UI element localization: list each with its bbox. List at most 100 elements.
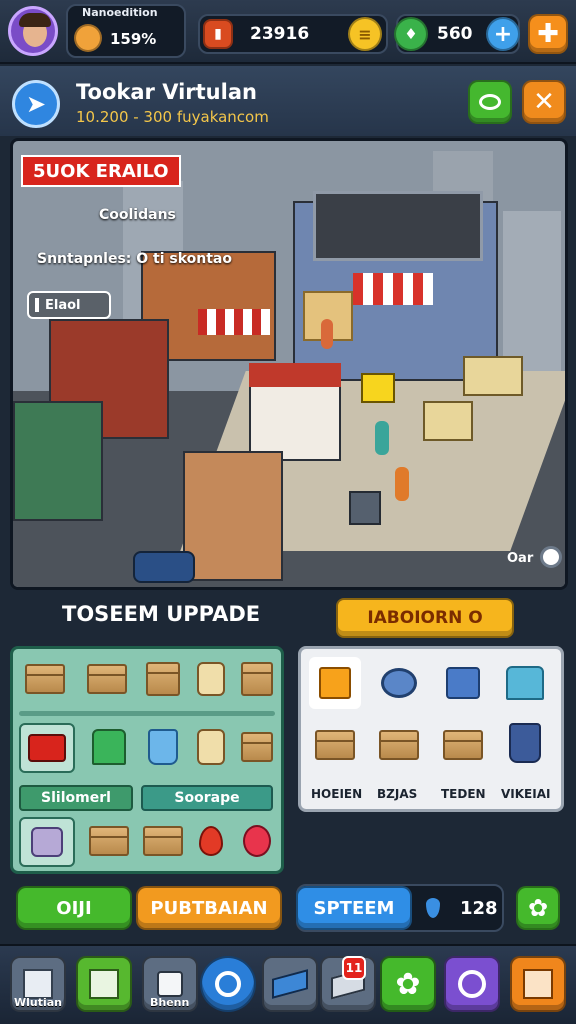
supply-box-slot[interactable] <box>231 725 283 769</box>
player-avatar[interactable] <box>8 6 58 56</box>
tab-storage-label: Soorape <box>174 790 240 806</box>
top-status-bar: Nanoedition 159% ▮ 23916 ≡ ♦ 560 + ✚ <box>0 0 576 64</box>
send-icon[interactable]: ➤ <box>12 80 60 128</box>
orange-box-slot[interactable] <box>309 657 361 709</box>
inventory-box-slot[interactable] <box>373 723 425 767</box>
scene-toggle-icon[interactable] <box>540 546 562 568</box>
crate-icon <box>89 969 119 999</box>
orange-action-button[interactable]: PUBTBAIAN <box>136 886 282 930</box>
cooker-icon <box>31 827 63 857</box>
strawberry-slot[interactable] <box>185 819 237 863</box>
gem-value: 560 <box>437 24 473 44</box>
chat-button[interactable] <box>468 80 512 124</box>
scene-corner-label: Oar <box>507 551 534 566</box>
upgrade-action-button[interactable]: IABOIORN O <box>336 598 514 638</box>
upgrade-title: TOSEEM UPPADE <box>62 602 261 626</box>
settings-button[interactable]: ✿ <box>516 886 560 930</box>
chat-icon <box>479 94 501 110</box>
tag-icon <box>35 298 39 312</box>
inventory-box-slot[interactable] <box>437 723 489 767</box>
nav-gear-button[interactable]: ✿ <box>380 956 436 1012</box>
nav-crate-button[interactable] <box>76 956 132 1012</box>
supply-box-slot[interactable] <box>231 657 283 701</box>
inventory-label: BZJAS <box>377 787 418 801</box>
customer[interactable] <box>395 467 409 501</box>
settings-icon: ✿ <box>527 894 549 922</box>
store-title: Tookar Virtulan <box>76 80 257 104</box>
store-subtitle: 10.200 - 300 fuyakancom <box>76 108 269 126</box>
supply-box-slot[interactable] <box>81 657 133 701</box>
market-stall[interactable] <box>463 356 523 396</box>
supply-box-slot[interactable] <box>19 657 71 701</box>
supplies-divider <box>19 711 275 716</box>
customer[interactable] <box>321 319 333 349</box>
nav-search-button[interactable] <box>200 956 256 1012</box>
scene-tag-elaol[interactable]: Elaol <box>27 291 111 319</box>
scene-tag-label: Elaol <box>45 297 81 313</box>
strawberry-icon <box>199 826 223 856</box>
supply-box-slot[interactable] <box>137 657 189 701</box>
scene-label-coolidans: Coolidans <box>99 207 176 223</box>
scene-banner[interactable]: 5UOK ERAILO <box>21 155 181 187</box>
close-icon: ✕ <box>533 87 555 117</box>
nav-books-button[interactable] <box>262 956 318 1012</box>
close-button[interactable]: ✕ <box>522 80 566 124</box>
action-count: 128 <box>460 898 498 919</box>
nav-dice-label: Bhenn <box>150 996 190 1009</box>
paper-stack-icon <box>23 969 53 999</box>
supply-jar-slot[interactable] <box>185 657 237 701</box>
trash-can-slot[interactable] <box>499 721 551 765</box>
shirt-slot[interactable] <box>83 725 135 769</box>
green-action-button[interactable]: OIJI <box>16 886 132 930</box>
tab-shipment[interactable]: Slilomerl <box>19 785 133 811</box>
tab-storage[interactable]: Soorape <box>141 785 273 811</box>
inventory-box-slot[interactable] <box>309 723 361 767</box>
inventory-label: VIKEIAI <box>501 787 551 801</box>
blue-car[interactable] <box>133 551 195 583</box>
market-stall[interactable] <box>423 401 473 441</box>
striped-shop[interactable] <box>183 451 283 581</box>
trash-can-icon <box>509 723 541 763</box>
corner-shop-awning <box>198 309 270 335</box>
nav-shop-button[interactable] <box>510 956 566 1012</box>
blue-action-button[interactable]: SPTEEM <box>296 886 412 930</box>
coin-icon[interactable]: ≡ <box>348 17 382 51</box>
trash-bin <box>349 491 381 525</box>
city-scene[interactable]: 5UOK ERAILO Coolidans Snntapnles: O ti s… <box>10 138 568 590</box>
red-truck-slot[interactable] <box>19 723 75 773</box>
nav-chat-button[interactable] <box>444 956 500 1012</box>
cash-value: 23916 <box>250 24 310 44</box>
tshirt-slot[interactable] <box>499 661 551 705</box>
add-gems-icon[interactable]: + <box>486 17 520 51</box>
scene-label-supplies: Snntapnles: O ti skontao <box>37 251 232 267</box>
gear-icon: ✿ <box>395 966 421 1002</box>
store-header: ➤ Tookar Virtulan 10.200 - 300 fuyakanco… <box>0 66 576 136</box>
supply-box-slot[interactable] <box>83 819 135 863</box>
kiosk-roof <box>249 363 341 387</box>
berry-slot[interactable] <box>231 819 283 863</box>
gem-icon: ♦ <box>394 17 428 51</box>
cup-slot[interactable] <box>137 725 189 769</box>
notification-badge: 11 <box>342 956 366 980</box>
supply-box-slot[interactable] <box>137 819 189 863</box>
nav-inventory-label: Wlutian <box>14 996 63 1009</box>
yellow-sign-icon[interactable] <box>361 373 395 403</box>
shopkeeper[interactable] <box>375 421 389 455</box>
search-icon <box>215 971 241 997</box>
player-label: Nanoedition <box>82 6 158 19</box>
shop-box-icon <box>523 969 553 999</box>
books-icon <box>272 969 308 999</box>
blue-action-label: SPTEEM <box>313 897 395 919</box>
cup-icon <box>148 729 178 765</box>
cooker-slot[interactable] <box>19 817 75 867</box>
truck-icon <box>28 734 66 762</box>
jar-slot[interactable] <box>185 725 237 769</box>
green-shop[interactable] <box>13 401 103 521</box>
add-button[interactable]: ✚ <box>528 14 568 54</box>
blue-box-icon <box>446 667 480 699</box>
orange-action-label: PUBTBAIAN <box>150 897 268 919</box>
blue-box-slot[interactable] <box>437 661 489 705</box>
jar-icon <box>197 729 225 765</box>
tape-slot[interactable] <box>373 661 425 705</box>
cash-icon: ▮ <box>203 19 233 49</box>
